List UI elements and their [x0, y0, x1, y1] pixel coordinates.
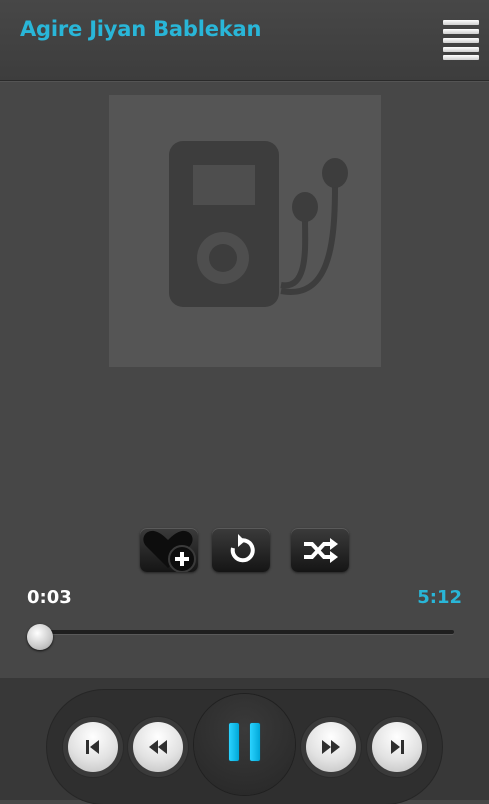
skip-next-icon	[391, 740, 404, 754]
fast-forward-icon	[322, 740, 340, 754]
heart-add-icon	[143, 530, 196, 572]
top-bar: Agire Jiyan Bablekan	[0, 0, 489, 81]
shuffle-button[interactable]	[291, 528, 349, 572]
repeat-icon	[230, 534, 255, 563]
total-time: 5:12	[417, 587, 462, 608]
seek-bar[interactable]	[36, 630, 454, 634]
previous-track-button[interactable]	[63, 717, 123, 777]
skip-previous-icon	[86, 740, 99, 754]
hamburger-menu-icon[interactable]	[443, 20, 479, 60]
elapsed-time: 0:03	[27, 587, 72, 608]
fast-forward-button[interactable]	[301, 717, 361, 777]
page-title: Agire Jiyan Bablekan	[20, 17, 262, 41]
rewind-icon	[149, 740, 167, 754]
seek-thumb[interactable]	[27, 624, 54, 650]
shuffle-icon	[304, 538, 338, 563]
album-art	[109, 95, 381, 367]
next-track-button[interactable]	[367, 717, 427, 777]
play-pause-button[interactable]	[194, 694, 295, 795]
favorite-add-button[interactable]	[140, 528, 198, 572]
repeat-button[interactable]	[212, 528, 270, 572]
rewind-button[interactable]	[128, 717, 188, 777]
music-player-earphones-icon	[169, 141, 348, 307]
